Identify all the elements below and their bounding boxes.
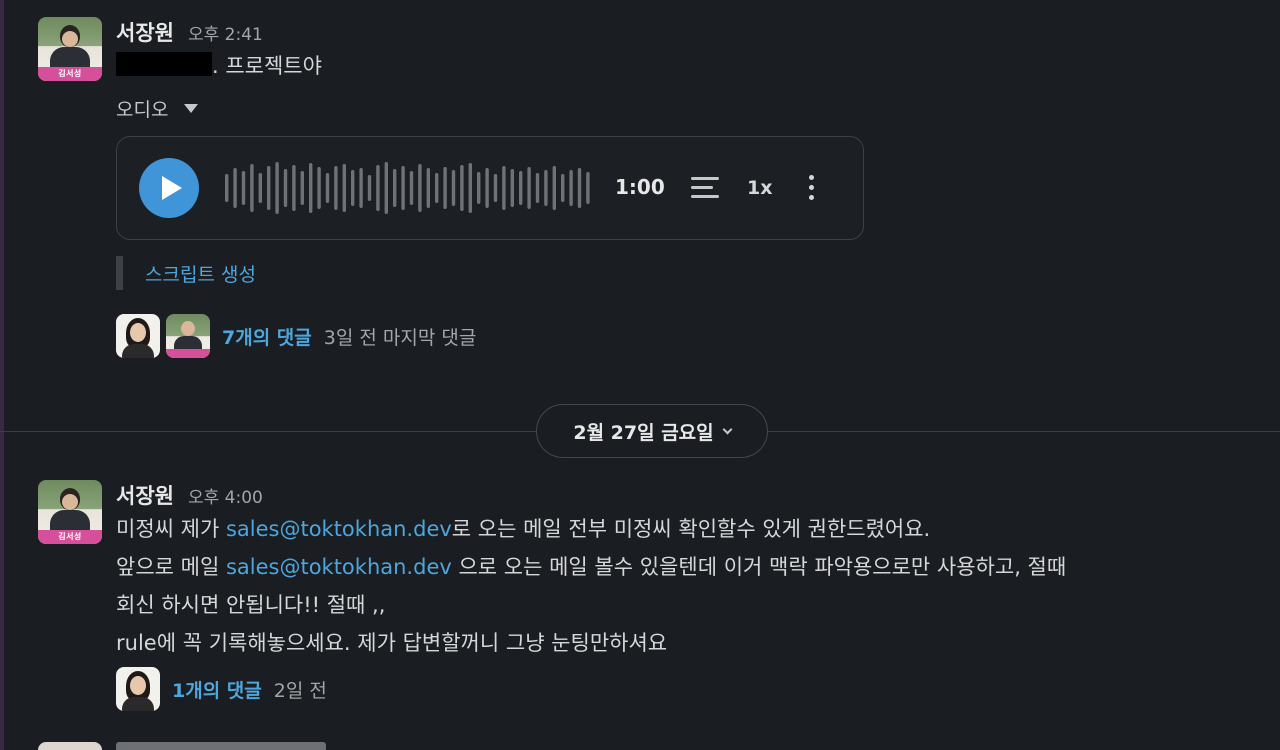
next-message-peek	[38, 742, 338, 750]
reply-avatar	[116, 667, 160, 711]
redacted-block	[116, 52, 212, 76]
waveform-bar	[552, 166, 556, 210]
avatar-banner: 김서성	[38, 530, 102, 544]
waveform-bar	[561, 174, 565, 202]
waveform-bar	[292, 165, 296, 211]
last-reply-time: 3일 전 마지막 댓글	[323, 326, 477, 349]
message-line: rule에 꼭 기록해놓으세요. 제가 답변할꺼니 그냥 눈팅만하셔요	[116, 631, 668, 655]
text-segment: 앞으로 메일	[116, 555, 226, 579]
waveform-bar	[359, 168, 363, 208]
text-segment: 으로 오는 메일 볼수 있을텐데 이거 맥락 파악용으로만 사용하고, 절때	[451, 555, 1067, 579]
sender-name[interactable]: 서장원	[116, 480, 174, 510]
waveform-bar	[283, 169, 288, 207]
message-line: 앞으로 메일 sales@toktokhan.dev 으로 오는 메일 볼수 있…	[116, 548, 1260, 586]
waveform-bar	[435, 173, 439, 203]
waveform-bar	[460, 165, 464, 211]
reply-avatars	[116, 667, 160, 711]
waveform-bar	[493, 174, 498, 202]
message-text: . 프로젝트야	[116, 47, 1260, 85]
waveform[interactable]	[225, 159, 595, 217]
date-label: 2월 27일 금요일	[573, 421, 714, 444]
email-link[interactable]: sales@toktokhan.dev	[226, 517, 452, 541]
waveform-bar	[250, 164, 254, 212]
waveform-bar	[418, 164, 422, 212]
waveform-bar	[527, 167, 531, 209]
message-meta: 서장원 오후 4:00	[116, 480, 1260, 510]
waveform-bar	[586, 172, 590, 204]
audio-player: 1:00 1x	[116, 136, 864, 240]
waveform-bar	[510, 169, 514, 207]
caret-down-icon	[184, 104, 199, 113]
waveform-bar	[233, 168, 237, 208]
transcript-icon[interactable]	[691, 177, 719, 199]
waveform-bar	[325, 173, 330, 203]
audio-label: 오디오	[116, 99, 169, 121]
waveform-bar	[451, 170, 456, 206]
waveform-bar	[401, 166, 405, 210]
waveform-bar	[384, 162, 388, 214]
reply-avatar	[116, 314, 160, 358]
waveform-bar	[577, 168, 582, 208]
chevron-down-icon	[722, 424, 733, 434]
waveform-bar	[376, 165, 380, 211]
waveform-bar	[409, 171, 414, 205]
waveform-bar	[241, 171, 246, 205]
audio-duration: 1:00	[615, 175, 665, 199]
message-text-suffix: . 프로젝트야	[212, 54, 322, 78]
thread-summary[interactable]: 7개의 댓글 3일 전 마지막 댓글	[116, 313, 1260, 359]
waveform-bar	[502, 166, 506, 210]
left-rail	[0, 0, 4, 750]
waveform-bar	[569, 170, 573, 206]
waveform-bar	[393, 169, 397, 207]
message-line: 미정씨 제가 sales@toktokhan.dev로 오는 메일 전부 미정씨…	[116, 510, 1260, 548]
message-time[interactable]: 오후 4:00	[188, 483, 263, 508]
message-content: 서장원 오후 4:00 미정씨 제가 sales@toktokhan.dev로 …	[116, 480, 1260, 712]
text-segment: 로 오는 메일 전부 미정씨 확인할수 있게 권한드렸어요.	[451, 517, 931, 541]
sender-name[interactable]: 서장원	[116, 17, 174, 47]
waveform-bar	[519, 171, 523, 205]
playback-speed-button[interactable]: 1x	[747, 177, 772, 199]
waveform-bar	[334, 166, 338, 210]
sender-avatar[interactable]: 김서성	[38, 480, 102, 544]
script-generate-label: 스크립트 생성	[145, 263, 256, 286]
thread-summary[interactable]: 1개의 댓글 2일 전	[116, 666, 1260, 712]
waveform-bar	[300, 171, 304, 205]
text-segment: 미정씨 제가	[116, 517, 226, 541]
waveform-bar	[309, 163, 313, 213]
waveform-bar	[351, 170, 355, 206]
waveform-bar	[267, 166, 271, 210]
play-icon[interactable]	[139, 158, 199, 218]
waveform-bar	[275, 162, 279, 214]
waveform-bar	[443, 167, 447, 209]
message-time[interactable]: 오후 2:41	[188, 20, 263, 45]
waveform-bar	[535, 173, 540, 203]
audio-toggle[interactable]: 오디오	[116, 95, 1260, 122]
waveform-bar	[367, 175, 372, 201]
message-content: 서장원 오후 2:41 . 프로젝트야 오디오 1:00 1x 스크립트 생성 …	[116, 17, 1260, 359]
reply-avatar	[166, 314, 210, 358]
waveform-bar	[225, 174, 229, 202]
waveform-bar	[317, 167, 321, 209]
reply-count-link[interactable]: 7개의 댓글	[222, 323, 312, 350]
waveform-bar	[544, 170, 548, 206]
waveform-bar	[477, 172, 481, 204]
waveform-bar	[426, 168, 430, 208]
reply-count-link[interactable]: 1개의 댓글	[172, 676, 262, 703]
reply-avatars	[116, 314, 210, 358]
email-link[interactable]: sales@toktokhan.dev	[226, 555, 452, 579]
avatar-banner: 김서성	[38, 67, 102, 81]
message-line: 회신 하시면 안됩니다!! 절때 ,,	[116, 593, 386, 617]
date-divider-button[interactable]: 2월 27일 금요일	[536, 404, 768, 458]
sender-avatar[interactable]: 김서성	[38, 17, 102, 81]
script-generate-button[interactable]: 스크립트 생성	[116, 256, 1260, 290]
message-meta: 서장원 오후 2:41	[116, 17, 1260, 47]
waveform-bar	[485, 168, 489, 208]
waveform-bar	[258, 173, 262, 203]
waveform-bar	[342, 164, 346, 212]
last-reply-time: 2일 전	[273, 679, 327, 702]
more-vertical-icon[interactable]	[809, 175, 815, 203]
waveform-bar	[468, 163, 472, 213]
